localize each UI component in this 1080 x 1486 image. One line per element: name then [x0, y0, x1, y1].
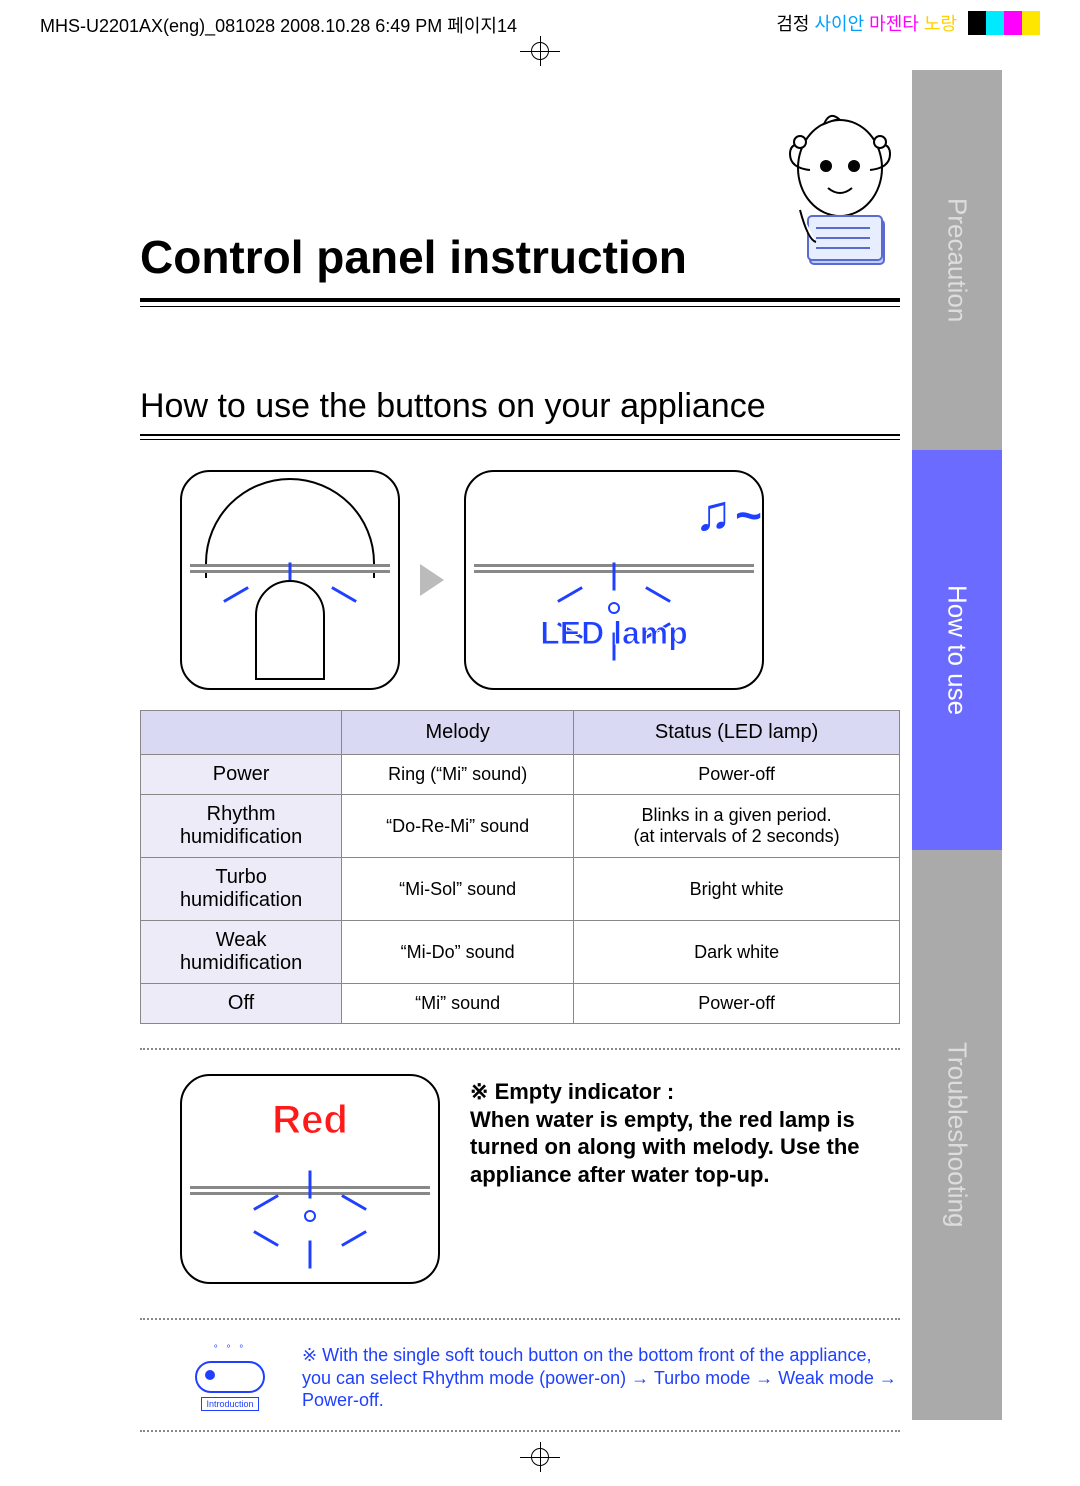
- row-label: Rhythmhumidification: [141, 795, 342, 858]
- file-info: MHS-U2201AX(eng)_081028 2008.10.28 6:49 …: [40, 12, 776, 38]
- introduction-label: Introduction: [201, 1397, 258, 1411]
- illus-press-button: [180, 470, 400, 690]
- tab-troubleshooting: Troubleshooting: [912, 850, 1002, 1420]
- table-row: Weakhumidification “Mi-Do” sound Dark wh…: [141, 921, 900, 984]
- dotted-separator: [140, 1318, 900, 1320]
- th-melody: Melody: [342, 711, 574, 755]
- tilde-icon: ~: [735, 488, 762, 542]
- th-status: Status (LED lamp): [574, 711, 900, 755]
- empty-indicator-body: When water is empty, the red lamp is tur…: [470, 1107, 860, 1187]
- note-row: ° ° ° Introduction ※ With the single sof…: [180, 1344, 900, 1412]
- title-rule-thin: [140, 306, 900, 307]
- cell-status: Dark white: [574, 921, 900, 984]
- table-row: Turbohumidification “Mi-Sol” sound Brigh…: [141, 858, 900, 921]
- illustration-row: ♫ ~ LED lamp: [180, 470, 900, 690]
- cell-melody: Ring (“Mi” sound): [342, 755, 574, 795]
- arrow-icon: [420, 564, 444, 596]
- cell-melody: “Do-Re-Mi” sound: [342, 795, 574, 858]
- section-rule-1: [140, 434, 900, 436]
- cmyk-cyan-label: 사이안: [814, 14, 864, 34]
- empty-indicator-text: ※ Empty indicator : When water is empty,…: [470, 1074, 900, 1188]
- row-label: Weakhumidification: [141, 921, 342, 984]
- reference-mark-icon: ※: [302, 1345, 317, 1365]
- led-lamp-label: LED lamp: [540, 615, 688, 652]
- introduction-icon: ° ° ° Introduction: [180, 1344, 280, 1411]
- table-row: Power Ring (“Mi” sound) Power-off: [141, 755, 900, 795]
- dotted-separator: [140, 1048, 900, 1050]
- crop-mark-top: [510, 36, 570, 66]
- illus-red-lamp: Red: [180, 1074, 440, 1284]
- cell-status: Power-off: [574, 984, 900, 1024]
- cmyk-black-label: 검정: [776, 14, 809, 34]
- reference-mark-icon: ※: [470, 1079, 488, 1104]
- illus-led-lamp: ♫ ~ LED lamp: [464, 470, 764, 690]
- dotted-separator: [140, 1430, 900, 1432]
- section-rule-2: [140, 439, 900, 440]
- cell-status: Blinks in a given period.(at intervals o…: [574, 795, 900, 858]
- row-label: Off: [141, 984, 342, 1024]
- cmyk-swatches: [968, 11, 1040, 40]
- tab-how-to-use: How to use: [912, 450, 1002, 850]
- table-row: Off “Mi” sound Power-off: [141, 984, 900, 1024]
- cmyk-magenta-label: 마젠타: [869, 14, 919, 34]
- side-tab-bar: Precaution How to use Troubleshooting: [912, 70, 1002, 1420]
- cmyk-yellow-label: 노랑: [924, 14, 957, 34]
- cmyk-labels: 검정 사이안 마젠타 노랑: [776, 10, 1040, 40]
- cell-melody: “Mi-Do” sound: [342, 921, 574, 984]
- th-empty: [141, 711, 342, 755]
- table-row: Rhythmhumidification “Do-Re-Mi” sound Bl…: [141, 795, 900, 858]
- cell-melody: “Mi-Sol” sound: [342, 858, 574, 921]
- row-label: Turbohumidification: [141, 858, 342, 921]
- section-heading: How to use the buttons on your appliance: [140, 387, 900, 426]
- title-rule-thick: [140, 298, 900, 302]
- empty-indicator-row: Red ※ Empty indicator : When water is em…: [180, 1074, 900, 1284]
- empty-indicator-heading: Empty indicator :: [495, 1079, 675, 1104]
- mascot-illustration: [770, 110, 910, 270]
- red-label: Red: [272, 1098, 348, 1143]
- music-note-icon: ♫: [695, 484, 733, 542]
- note-text: ※ With the single soft touch button on t…: [302, 1344, 900, 1412]
- tab-precaution: Precaution: [912, 70, 1002, 450]
- cell-status: Power-off: [574, 755, 900, 795]
- cell-melody: “Mi” sound: [342, 984, 574, 1024]
- cell-status: Bright white: [574, 858, 900, 921]
- note-body: With the single soft touch button on the…: [302, 1345, 897, 1410]
- row-label: Power: [141, 755, 342, 795]
- modes-table: Melody Status (LED lamp) Power Ring (“Mi…: [140, 710, 900, 1024]
